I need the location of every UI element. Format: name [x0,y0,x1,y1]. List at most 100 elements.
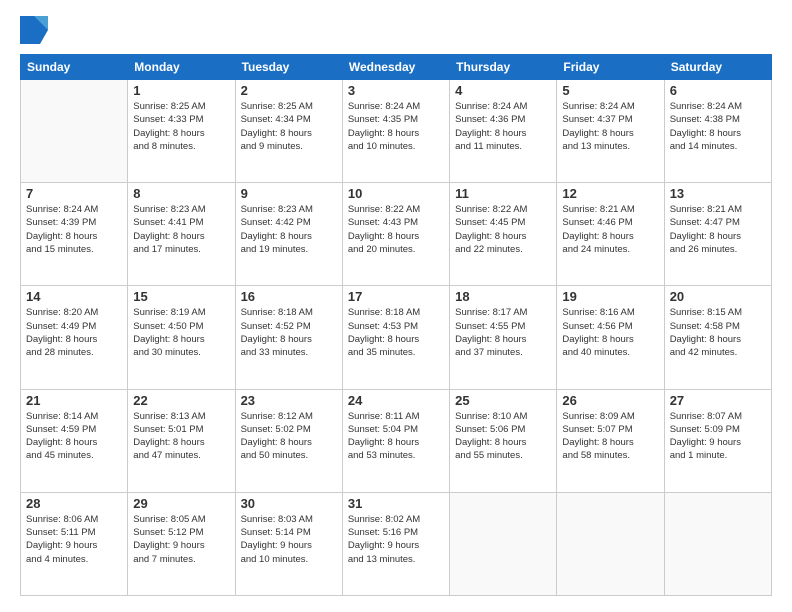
day-number: 14 [26,289,122,304]
day-number: 8 [133,186,229,201]
calendar-week-row: 21 Sunrise: 8:14 AM Sunset: 4:59 PM Dayli… [21,389,772,492]
calendar-cell: 20 Sunrise: 8:15 AM Sunset: 4:58 PM Dayli… [664,286,771,389]
day-number: 2 [241,83,337,98]
day-info: Sunrise: 8:14 AM Sunset: 4:59 PM Dayligh… [26,410,122,463]
calendar-cell: 7 Sunrise: 8:24 AM Sunset: 4:39 PM Daylig… [21,183,128,286]
day-info: Sunrise: 8:06 AM Sunset: 5:11 PM Dayligh… [26,513,122,566]
day-info: Sunrise: 8:25 AM Sunset: 4:34 PM Dayligh… [241,100,337,153]
calendar-cell: 27 Sunrise: 8:07 AM Sunset: 5:09 PM Dayli… [664,389,771,492]
day-info: Sunrise: 8:12 AM Sunset: 5:02 PM Dayligh… [241,410,337,463]
calendar-cell: 10 Sunrise: 8:22 AM Sunset: 4:43 PM Dayli… [342,183,449,286]
day-number: 26 [562,393,658,408]
day-number: 10 [348,186,444,201]
day-info: Sunrise: 8:11 AM Sunset: 5:04 PM Dayligh… [348,410,444,463]
calendar-cell: 3 Sunrise: 8:24 AM Sunset: 4:35 PM Daylig… [342,80,449,183]
calendar-cell: 23Sunrise: 8:12 AM Sunset: 5:02 PM Dayli… [235,389,342,492]
calendar-cell: 14 Sunrise: 8:20 AM Sunset: 4:49 PM Dayli… [21,286,128,389]
day-number: 22 [133,393,229,408]
calendar-table: SundayMondayTuesdayWednesdayThursdayFrid… [20,54,772,596]
calendar-cell: 26 Sunrise: 8:09 AM Sunset: 5:07 PM Dayli… [557,389,664,492]
calendar-header-sunday: Sunday [21,55,128,80]
calendar-cell: 24 Sunrise: 8:11 AM Sunset: 5:04 PM Dayli… [342,389,449,492]
calendar-cell: 11 Sunrise: 8:22 AM Sunset: 4:45 PM Dayli… [450,183,557,286]
day-info: Sunrise: 8:10 AM Sunset: 5:06 PM Dayligh… [455,410,551,463]
day-number: 17 [348,289,444,304]
calendar-cell: 17 Sunrise: 8:18 AM Sunset: 4:53 PM Dayli… [342,286,449,389]
day-number: 11 [455,186,551,201]
calendar-cell: 16 Sunrise: 8:18 AM Sunset: 4:52 PM Dayli… [235,286,342,389]
day-info: Sunrise: 8:24 AM Sunset: 4:37 PM Dayligh… [562,100,658,153]
calendar-cell: 1 Sunrise: 8:25 AM Sunset: 4:33 PM Daylig… [128,80,235,183]
day-number: 1 [133,83,229,98]
day-info: Sunrise: 8:24 AM Sunset: 4:35 PM Dayligh… [348,100,444,153]
day-number: 9 [241,186,337,201]
day-info: Sunrise: 8:22 AM Sunset: 4:43 PM Dayligh… [348,203,444,256]
calendar-header-tuesday: Tuesday [235,55,342,80]
day-info: Sunrise: 8:13 AM Sunset: 5:01 PM Dayligh… [133,410,229,463]
calendar-cell: 9 Sunrise: 8:23 AM Sunset: 4:42 PM Daylig… [235,183,342,286]
calendar-week-row: 28Sunrise: 8:06 AM Sunset: 5:11 PM Dayli… [21,492,772,595]
calendar-header-row: SundayMondayTuesdayWednesdayThursdayFrid… [21,55,772,80]
calendar-cell: 15Sunrise: 8:19 AM Sunset: 4:50 PM Dayli… [128,286,235,389]
day-number: 24 [348,393,444,408]
calendar-cell: 12Sunrise: 8:21 AM Sunset: 4:46 PM Dayli… [557,183,664,286]
day-info: Sunrise: 8:05 AM Sunset: 5:12 PM Dayligh… [133,513,229,566]
day-number: 31 [348,496,444,511]
calendar-week-row: 14 Sunrise: 8:20 AM Sunset: 4:49 PM Dayli… [21,286,772,389]
calendar-week-row: 1 Sunrise: 8:25 AM Sunset: 4:33 PM Daylig… [21,80,772,183]
day-number: 6 [670,83,766,98]
calendar-cell: 6 Sunrise: 8:24 AM Sunset: 4:38 PM Daylig… [664,80,771,183]
day-info: Sunrise: 8:15 AM Sunset: 4:58 PM Dayligh… [670,306,766,359]
calendar-cell: 30 Sunrise: 8:03 AM Sunset: 5:14 PM Dayli… [235,492,342,595]
calendar-header-thursday: Thursday [450,55,557,80]
calendar-cell: 4Sunrise: 8:24 AM Sunset: 4:36 PM Daylig… [450,80,557,183]
day-info: Sunrise: 8:23 AM Sunset: 4:42 PM Dayligh… [241,203,337,256]
day-number: 21 [26,393,122,408]
page: SundayMondayTuesdayWednesdayThursdayFrid… [0,0,792,612]
day-number: 13 [670,186,766,201]
calendar-cell [557,492,664,595]
day-info: Sunrise: 8:20 AM Sunset: 4:49 PM Dayligh… [26,306,122,359]
day-info: Sunrise: 8:07 AM Sunset: 5:09 PM Dayligh… [670,410,766,463]
day-number: 3 [348,83,444,98]
calendar-cell: 5 Sunrise: 8:24 AM Sunset: 4:37 PM Daylig… [557,80,664,183]
calendar-cell [664,492,771,595]
calendar-cell [21,80,128,183]
day-info: Sunrise: 8:25 AM Sunset: 4:33 PM Dayligh… [133,100,229,153]
day-info: Sunrise: 8:18 AM Sunset: 4:53 PM Dayligh… [348,306,444,359]
day-info: Sunrise: 8:24 AM Sunset: 4:38 PM Dayligh… [670,100,766,153]
logo [20,16,52,44]
day-info: Sunrise: 8:24 AM Sunset: 4:36 PM Dayligh… [455,100,551,153]
day-info: Sunrise: 8:18 AM Sunset: 4:52 PM Dayligh… [241,306,337,359]
day-info: Sunrise: 8:24 AM Sunset: 4:39 PM Dayligh… [26,203,122,256]
calendar-header-saturday: Saturday [664,55,771,80]
calendar-cell: 2 Sunrise: 8:25 AM Sunset: 4:34 PM Daylig… [235,80,342,183]
calendar-header-monday: Monday [128,55,235,80]
day-info: Sunrise: 8:17 AM Sunset: 4:55 PM Dayligh… [455,306,551,359]
calendar-cell: 29 Sunrise: 8:05 AM Sunset: 5:12 PM Dayli… [128,492,235,595]
day-number: 30 [241,496,337,511]
day-number: 15 [133,289,229,304]
day-number: 29 [133,496,229,511]
calendar-cell: 13Sunrise: 8:21 AM Sunset: 4:47 PM Dayli… [664,183,771,286]
calendar-cell [450,492,557,595]
calendar-cell: 8Sunrise: 8:23 AM Sunset: 4:41 PM Daylig… [128,183,235,286]
day-number: 20 [670,289,766,304]
day-number: 12 [562,186,658,201]
day-number: 5 [562,83,658,98]
day-number: 16 [241,289,337,304]
day-number: 27 [670,393,766,408]
calendar-cell: 19Sunrise: 8:16 AM Sunset: 4:56 PM Dayli… [557,286,664,389]
header [20,16,772,44]
logo-icon [20,16,48,44]
day-number: 7 [26,186,122,201]
day-info: Sunrise: 8:22 AM Sunset: 4:45 PM Dayligh… [455,203,551,256]
calendar-header-friday: Friday [557,55,664,80]
day-number: 19 [562,289,658,304]
day-info: Sunrise: 8:02 AM Sunset: 5:16 PM Dayligh… [348,513,444,566]
day-info: Sunrise: 8:03 AM Sunset: 5:14 PM Dayligh… [241,513,337,566]
calendar-cell: 25Sunrise: 8:10 AM Sunset: 5:06 PM Dayli… [450,389,557,492]
calendar-cell: 22 Sunrise: 8:13 AM Sunset: 5:01 PM Dayli… [128,389,235,492]
calendar-cell: 31 Sunrise: 8:02 AM Sunset: 5:16 PM Dayli… [342,492,449,595]
day-info: Sunrise: 8:09 AM Sunset: 5:07 PM Dayligh… [562,410,658,463]
